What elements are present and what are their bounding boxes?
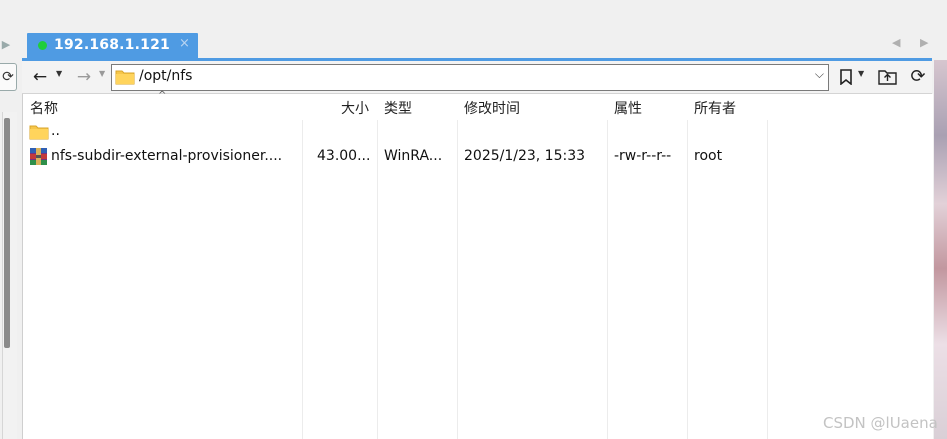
tab-host-label: 192.168.1.121 bbox=[54, 37, 170, 53]
file-name: nfs-subdir-external-provisioner.... bbox=[51, 148, 283, 164]
list-item-file[interactable]: nfs-subdir-external-provisioner.... 43.0… bbox=[23, 145, 933, 169]
forward-history-chevron-icon[interactable]: ▼ bbox=[99, 69, 105, 78]
winrar-archive-icon bbox=[30, 148, 47, 165]
column-header-size[interactable]: 大小 bbox=[341, 98, 369, 118]
back-history-chevron-icon[interactable]: ▼ bbox=[56, 69, 62, 78]
file-type: WinRA... bbox=[384, 148, 443, 164]
file-attributes: -rw-r--r-- bbox=[614, 148, 672, 164]
tab-close-icon[interactable]: × bbox=[179, 36, 190, 51]
bookmark-chevron-icon[interactable]: ▼ bbox=[858, 69, 864, 78]
tab-scroll-left-icon[interactable]: ◀ bbox=[892, 36, 900, 49]
tab-scroll-right-icon[interactable]: ▶ bbox=[920, 36, 928, 49]
file-name: .. bbox=[51, 123, 60, 139]
column-header-row: 名称 ^ 大小 类型 修改时间 属性 所有者 bbox=[23, 90, 933, 120]
forward-arrow-icon[interactable]: → bbox=[75, 66, 93, 88]
left-pane-refresh-button[interactable]: ⟳ bbox=[0, 63, 17, 91]
watermark: CSDN @lUaena bbox=[823, 414, 938, 432]
list-item-parent-directory[interactable]: .. bbox=[23, 120, 933, 144]
file-modified: 2025/1/23, 15:33 bbox=[464, 148, 586, 164]
bookmark-icon[interactable] bbox=[840, 69, 852, 85]
file-list: 名称 ^ 大小 类型 修改时间 属性 所有者 .. nfs-subdir-ext… bbox=[22, 90, 933, 439]
parent-directory-icon[interactable] bbox=[878, 68, 897, 85]
back-arrow-icon[interactable]: ← bbox=[31, 66, 49, 88]
file-size: 43.00... bbox=[317, 148, 371, 164]
tab-bar: 192.168.1.121 × ◀ ▶ bbox=[22, 0, 934, 59]
left-pane-scrollbar-thumb[interactable] bbox=[4, 118, 10, 348]
left-pane-arrow-icon[interactable]: ▶ bbox=[0, 37, 12, 53]
column-header-name[interactable]: 名称 bbox=[30, 98, 58, 118]
path-input[interactable]: /opt/nfs ⌵ bbox=[111, 64, 829, 91]
refresh-icon[interactable]: ⟳ bbox=[908, 66, 928, 88]
file-owner: root bbox=[694, 148, 723, 164]
column-header-attributes[interactable]: 属性 bbox=[614, 98, 642, 118]
folder-icon bbox=[115, 70, 135, 85]
window-edge bbox=[932, 0, 947, 60]
path-dropdown-chevron-icon[interactable]: ⌵ bbox=[815, 67, 824, 82]
column-header-owner[interactable]: 所有者 bbox=[694, 98, 736, 118]
connected-status-icon bbox=[38, 41, 47, 50]
column-header-modified[interactable]: 修改时间 bbox=[464, 98, 520, 118]
folder-icon bbox=[29, 125, 49, 140]
sort-ascending-icon: ^ bbox=[158, 90, 167, 101]
column-header-type[interactable]: 类型 bbox=[384, 98, 412, 118]
desktop-background bbox=[934, 60, 947, 439]
path-value: /opt/nfs bbox=[139, 68, 193, 84]
tab-session-host[interactable]: 192.168.1.121 × bbox=[27, 33, 198, 59]
